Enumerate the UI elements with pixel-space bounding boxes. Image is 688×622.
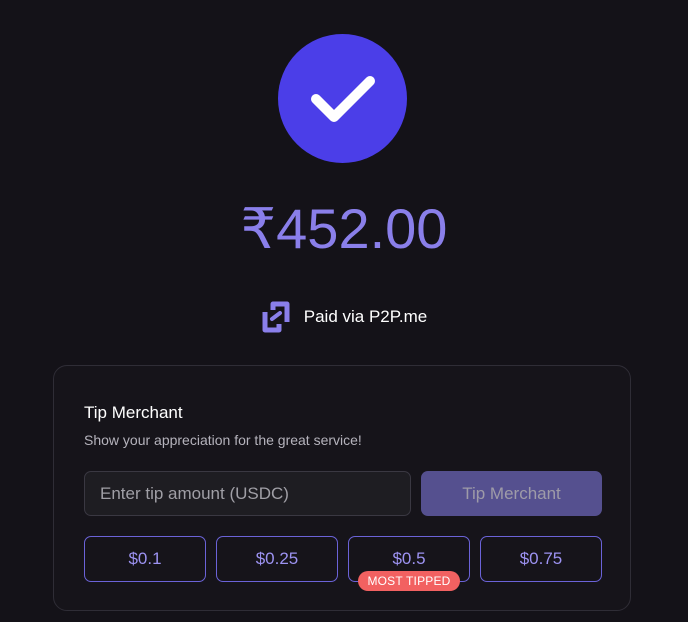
tip-merchant-button[interactable]: Tip Merchant	[421, 471, 602, 516]
payment-amount: ₹452.00	[240, 197, 448, 260]
tip-card-subtitle: Show your appreciation for the great ser…	[84, 432, 362, 448]
p2p-logo-icon	[261, 300, 291, 334]
tip-amount-input[interactable]	[84, 471, 411, 516]
tip-merchant-card: Tip Merchant Show your appreciation for …	[53, 365, 631, 611]
tip-preset-0-25-button[interactable]: $0.25	[216, 536, 338, 582]
payment-success-page: ₹452.00 Paid via P2P.me Tip Merchant Sho…	[0, 0, 688, 622]
tip-card-title: Tip Merchant	[84, 403, 183, 422]
most-tipped-badge: MOST TIPPED	[358, 571, 460, 591]
checkmark-icon	[310, 75, 375, 122]
success-check-circle	[278, 34, 407, 163]
paid-via-row: Paid via P2P.me	[0, 300, 688, 334]
tip-preset-0-1-button[interactable]: $0.1	[84, 536, 206, 582]
tip-preset-0-75-button[interactable]: $0.75	[480, 536, 602, 582]
paid-via-label: Paid via P2P.me	[303, 307, 428, 326]
